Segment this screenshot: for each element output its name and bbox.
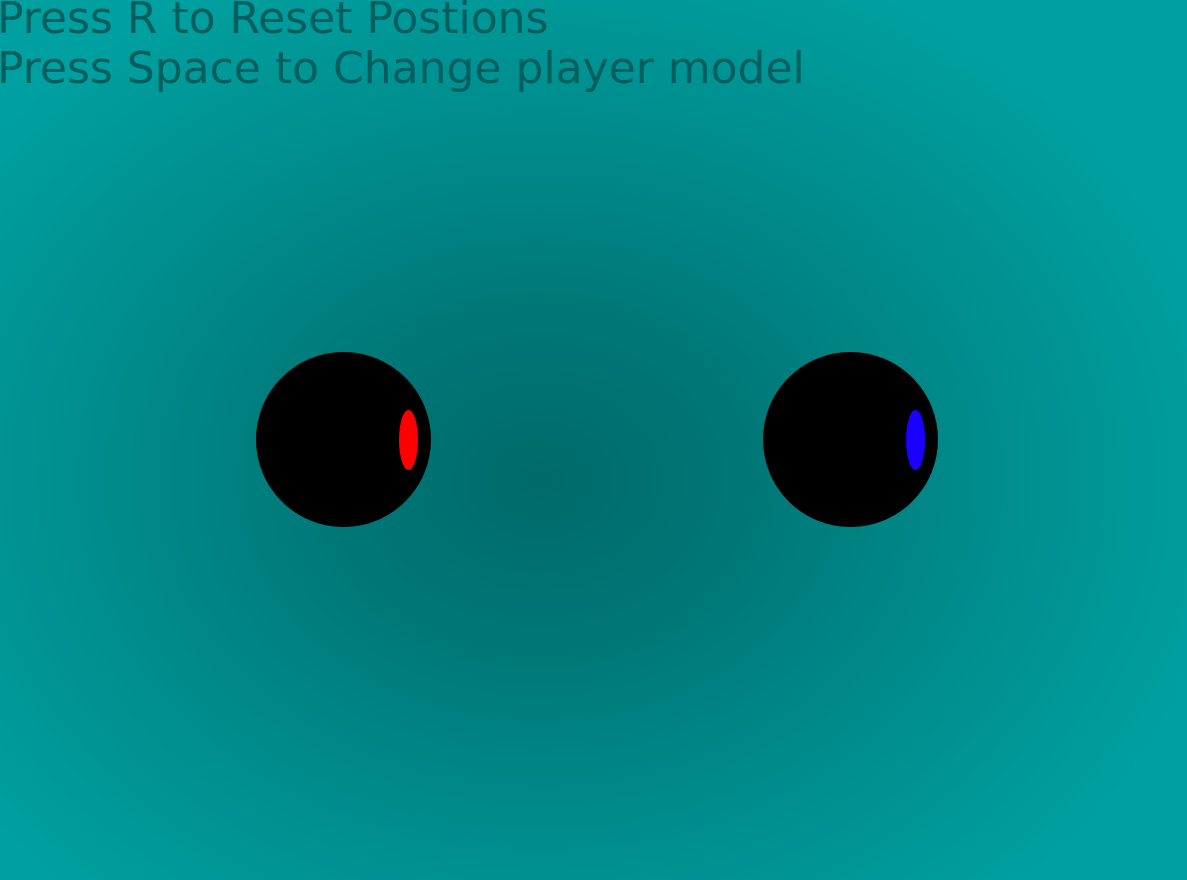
reset-instruction-text: Press R to Reset Postions: [0, 0, 549, 44]
hud-instructions: Press R to Reset Postions Press Space to…: [0, 0, 805, 94]
change-model-instruction-text: Press Space to Change player model: [0, 43, 805, 94]
player-two-eye: [906, 410, 925, 470]
player-two-ball: [763, 352, 938, 527]
game-canvas[interactable]: Press R to Reset Postions Press Space to…: [0, 0, 1187, 880]
player-one-eye: [399, 410, 418, 470]
player-one-ball: [256, 352, 431, 527]
